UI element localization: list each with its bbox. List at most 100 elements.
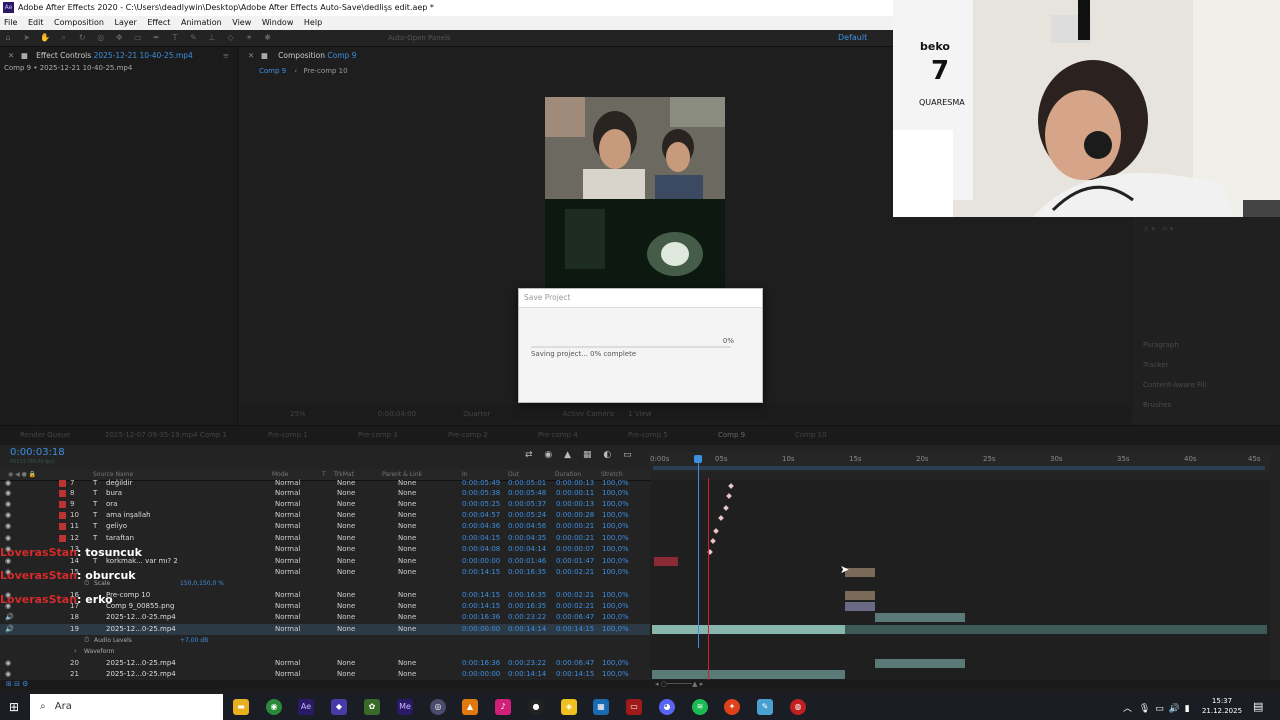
layer-trkmat[interactable]: None [337, 658, 355, 669]
tab-render-queue[interactable]: Render Queue [20, 431, 70, 439]
layer-duration[interactable]: 0:00:14:15 [556, 669, 594, 680]
layer-parent[interactable]: None [398, 510, 416, 521]
label-color[interactable] [59, 512, 66, 519]
panel-tracker[interactable]: Tracker [1143, 361, 1168, 369]
layer-trkmat[interactable]: None [337, 533, 355, 544]
notepad-icon[interactable]: ✎ [757, 699, 773, 715]
visibility-icon[interactable]: ◉ [5, 658, 11, 669]
layer-name[interactable]: 2025-12...0-25.mp4 [106, 669, 176, 680]
layer-row[interactable]: 🔊 18 2025-12...0-25.mp4 Normal None None 0:00:… [0, 612, 650, 623]
menu-window[interactable]: Window [262, 18, 294, 27]
layer-out[interactable]: 0:00:16:35 [508, 601, 546, 612]
layer-in[interactable]: 0:00:00:00 [462, 624, 500, 635]
layer-parent[interactable]: None [398, 544, 416, 555]
pan-behind-tool-icon[interactable]: ✥ [114, 33, 124, 43]
layer-mode[interactable]: Normal [275, 601, 300, 612]
layer-parent[interactable]: None [398, 590, 416, 601]
home-icon[interactable]: ⌂ [3, 33, 13, 43]
audio-levels-value[interactable]: +7,00 dB [180, 635, 208, 646]
label-color[interactable] [59, 523, 66, 530]
layer-bar[interactable] [845, 591, 875, 600]
tab-pre-comp-2[interactable]: Pre-comp 2 [448, 431, 488, 439]
layer-in[interactable]: 0:00:04:57 [462, 510, 500, 521]
selection-tool-icon[interactable]: ➤ [22, 33, 32, 43]
nav-pre-comp-10[interactable]: Pre-comp 10 [303, 67, 347, 75]
menu-view[interactable]: View [232, 18, 251, 27]
time-ruler[interactable]: 0:00s 05s 10s 15s 20s 25s 30s 35s 40s 45… [650, 452, 1270, 472]
menu-effect[interactable]: Effect [147, 18, 170, 27]
layer-stretch[interactable]: 100,0% [602, 567, 629, 578]
tab-pre-comp-3[interactable]: Pre-comp 3 [358, 431, 398, 439]
close-icon[interactable]: ✕ [248, 51, 254, 60]
layer-stretch[interactable]: 100,0% [602, 510, 629, 521]
layer-stretch[interactable]: 100,0% [602, 521, 629, 532]
layer-mode[interactable]: Normal [275, 533, 300, 544]
layer-out[interactable]: 0:00:14:14 [508, 624, 546, 635]
layer-stretch[interactable]: 100,0% [602, 556, 629, 567]
layer-mode[interactable]: Normal [275, 658, 300, 669]
waveform-row[interactable]: › Waveform [0, 646, 650, 657]
rotate-tool-icon[interactable]: ↻ [77, 33, 87, 43]
composition-mini-flowchart-icon[interactable]: ⇄ [525, 450, 533, 460]
layer-duration[interactable]: 0:00:02:21 [556, 601, 594, 612]
tab-comp-10[interactable]: Comp 10 [795, 431, 827, 439]
system-tray[interactable]: ︿ 🎙 ▭ 🔊 ▮ [1123, 701, 1190, 714]
layer-out[interactable]: 0:00:05:48 [508, 488, 546, 499]
menu-animation[interactable]: Animation [181, 18, 222, 27]
layer-bar[interactable] [845, 568, 875, 577]
layer-stretch[interactable]: 100,0% [602, 624, 629, 635]
layer-trkmat[interactable]: None [337, 556, 355, 567]
layer-trkmat[interactable]: None [337, 590, 355, 601]
layer-duration[interactable]: 0:00:00:07 [556, 544, 594, 555]
work-area-bar[interactable] [653, 466, 1265, 470]
layer-out[interactable]: 0:00:23:22 [508, 612, 546, 623]
layer-mode[interactable]: Normal [275, 488, 300, 499]
current-timecode[interactable]: 0:00:03:18 [10, 447, 65, 458]
layer-stretch[interactable]: 100,0% [602, 658, 629, 669]
panel-menu-icon[interactable]: ≡ [223, 47, 229, 64]
volume-icon[interactable]: 🔊 [1169, 704, 1180, 714]
layer-mode[interactable]: Normal [275, 567, 300, 578]
photos-icon[interactable]: ▦ [593, 699, 609, 715]
lock-icon[interactable]: ■ [21, 51, 28, 60]
lock-icon[interactable]: ■ [261, 51, 268, 60]
notification-icon[interactable]: ▤ [1253, 700, 1263, 713]
spotify-icon[interactable]: ≋ [692, 699, 708, 715]
layer-parent[interactable]: None [398, 658, 416, 669]
layer-out[interactable]: 0:00:05:37 [508, 499, 546, 510]
taskbar-search[interactable]: ⌕ Ara [30, 694, 223, 720]
layer-stretch[interactable]: 100,0% [602, 499, 629, 510]
app-icon[interactable]: ✿ [364, 699, 380, 715]
layer-duration[interactable]: 0:00:14:15 [556, 624, 594, 635]
eraser-tool-icon[interactable]: ◇ [226, 33, 236, 43]
layer-duration[interactable]: 0:00:00:21 [556, 533, 594, 544]
tab-pre-comp-5[interactable]: Pre-comp 5 [628, 431, 668, 439]
layer-trkmat[interactable]: None [337, 624, 355, 635]
layer-out[interactable]: 0:00:04:35 [508, 533, 546, 544]
nav-comp-9[interactable]: Comp 9 [259, 67, 286, 75]
hand-tool-icon[interactable]: ✋ [40, 33, 50, 43]
layer-row[interactable]: ◉ 12 Ttaraftan Normal None None 0:00:04:15 0:00… [0, 533, 650, 544]
layer-trkmat[interactable]: None [337, 510, 355, 521]
layer-bar[interactable] [875, 613, 965, 622]
layer-trkmat[interactable]: None [337, 567, 355, 578]
layer-stretch[interactable]: 100,0% [602, 544, 629, 555]
type-tool-icon[interactable]: T [170, 33, 180, 43]
microphone-icon[interactable]: 🎙 [1139, 704, 1150, 714]
viewer-time[interactable]: 0:00:04:00 [378, 410, 416, 418]
obs-icon[interactable]: ◎ [430, 699, 446, 715]
pen-tool-icon[interactable]: ✒ [151, 33, 161, 43]
layer-stretch[interactable]: 100,0% [602, 612, 629, 623]
layer-mode[interactable]: Normal [275, 556, 300, 567]
layer-row[interactable]: ◉ 21 2025-12...0-25.mp4 Normal None None 0:00:… [0, 669, 650, 680]
view-layout-select[interactable]: 1 View [628, 410, 651, 418]
layer-duration[interactable]: 0:00:01:47 [556, 556, 594, 567]
layer-duration[interactable]: 0:00:06:47 [556, 658, 594, 669]
clone-tool-icon[interactable]: ⊥ [207, 33, 217, 43]
layer-bar[interactable] [654, 557, 678, 566]
layer-bar[interactable] [875, 659, 965, 668]
layer-parent[interactable]: None [398, 556, 416, 567]
layer-out[interactable]: 0:00:04:14 [508, 544, 546, 555]
motion-blur-icon[interactable]: ◐ [603, 450, 611, 460]
playhead-handle[interactable] [694, 455, 702, 463]
